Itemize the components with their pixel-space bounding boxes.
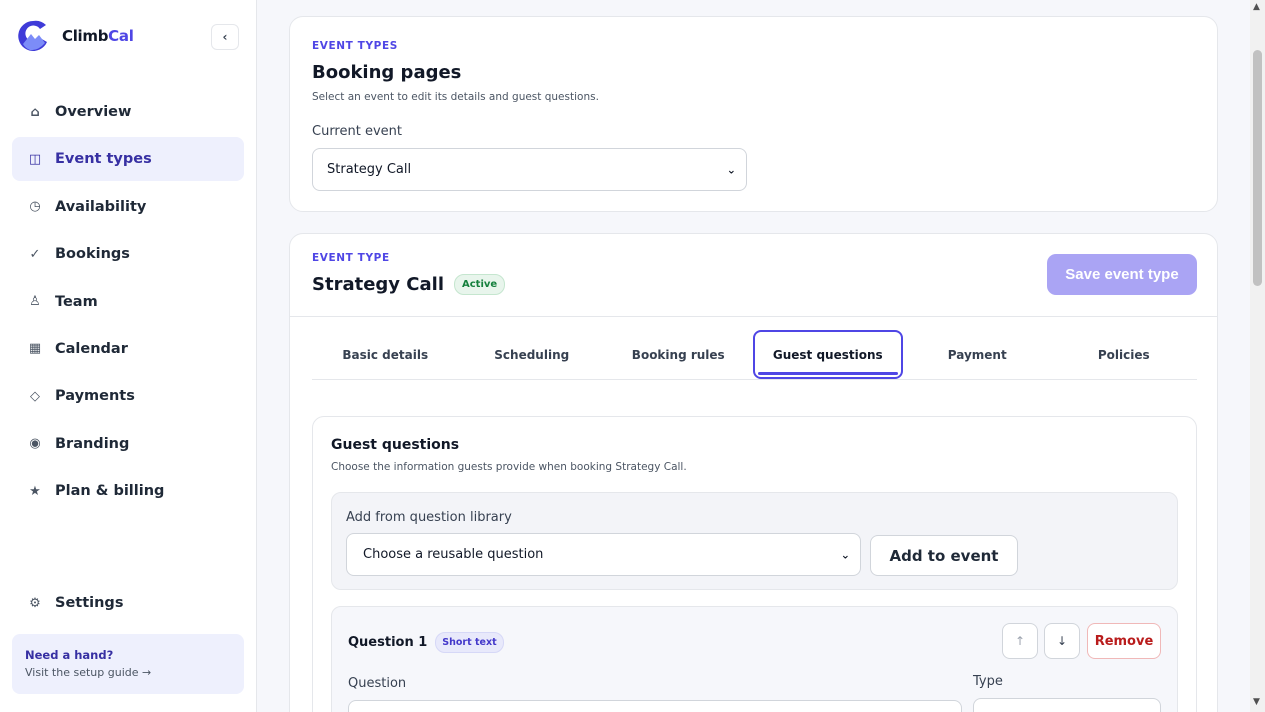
event-type-card: EVENT TYPE Strategy Call Active Save eve… — [289, 233, 1218, 712]
question-library-select[interactable]: Choose a reusable question ⌄ — [346, 533, 861, 576]
arrow-down-icon: ↓ — [1056, 634, 1068, 648]
event-name: Strategy Call — [312, 274, 444, 295]
setup-guide-link[interactable]: Visit the setup guide → — [25, 666, 231, 679]
question-library-value: Choose a reusable question — [363, 547, 544, 562]
remove-question-button[interactable]: Remove — [1087, 623, 1161, 659]
columns-icon: ◫ — [28, 151, 42, 167]
question-library-box: Add from question library Choose a reusa… — [331, 492, 1178, 590]
guest-questions-description: Choose the information guests provide wh… — [331, 461, 687, 473]
add-to-event-button[interactable]: Add to event — [870, 535, 1018, 576]
guest-questions-title: Guest questions — [331, 437, 460, 453]
status-badge: Active — [454, 274, 506, 295]
sidebar-item-label: Settings — [55, 595, 124, 611]
question-input[interactable] — [348, 700, 962, 712]
sidebar-nav: ⌂ Overview ◫ Event types ◷ Availability ✓ Bo… — [12, 90, 244, 517]
section-eyebrow: EVENT TYPE — [312, 252, 390, 264]
help-card[interactable]: Need a hand? Visit the setup guide → — [12, 634, 244, 694]
section-eyebrow: EVENT TYPES — [312, 40, 398, 52]
brand-name: ClimbCal — [62, 27, 134, 45]
current-event-select[interactable]: Strategy Call ⌄ — [312, 148, 747, 191]
current-event-label: Current event — [312, 124, 402, 139]
sidebar-item-calendar[interactable]: ▦ Calendar — [12, 327, 244, 371]
current-event-value: Strategy Call — [327, 162, 412, 177]
tab-basic-details[interactable]: Basic details — [312, 330, 459, 379]
arrow-up-icon: ↑ — [1014, 634, 1026, 648]
sidebar: ClimbCal ‹ ⌂ Overview ◫ Event types ◷ Avail… — [0, 0, 257, 712]
type-select[interactable] — [973, 698, 1161, 712]
move-down-button[interactable]: ↓ — [1044, 623, 1080, 659]
sidebar-item-label: Payments — [55, 388, 135, 405]
tab-payment[interactable]: Payment — [904, 330, 1051, 379]
chevron-left-icon: ‹ — [222, 30, 228, 44]
move-up-button[interactable]: ↑ — [1002, 623, 1038, 659]
sidebar-item-team[interactable]: ♙ Team — [12, 280, 244, 324]
event-tabs: Basic details Scheduling Booking rules G… — [312, 330, 1197, 380]
sidebar-item-label: Availability — [55, 198, 147, 215]
scroll-down-arrow-icon[interactable]: ▼ — [1253, 697, 1260, 707]
question-type-badge: Short text — [435, 632, 504, 653]
chevron-down-icon: ⌄ — [726, 163, 736, 176]
tab-policies[interactable]: Policies — [1051, 330, 1198, 379]
chevron-down-icon: ⌄ — [840, 548, 850, 561]
sidebar-item-plan-billing[interactable]: ★ Plan & billing — [12, 469, 244, 513]
sidebar-item-label: Team — [55, 293, 98, 310]
clock-icon: ◷ — [29, 199, 41, 215]
question-header: Question 1 Short text — [348, 632, 504, 653]
event-title: Strategy Call Active — [312, 274, 506, 295]
sidebar-item-bookings[interactable]: ✓ Bookings — [12, 232, 244, 276]
sidebar-item-payments[interactable]: ◇ Payments — [12, 374, 244, 418]
circle-dot-icon: ◉ — [29, 436, 41, 452]
question-card: Question 1 Short text ↑ ↓ Remove Questio… — [331, 606, 1178, 712]
tab-scheduling[interactable]: Scheduling — [459, 330, 606, 379]
sidebar-item-label: Bookings — [55, 246, 130, 263]
event-types-card: EVENT TYPES Booking pages Select an even… — [289, 16, 1218, 212]
page-scrollbar[interactable]: ▲ ▼ — [1250, 0, 1265, 712]
check-icon: ✓ — [29, 246, 41, 262]
climbcal-logo-icon — [18, 20, 47, 51]
sidebar-settings-wrapper: ⚙ Settings — [12, 581, 244, 628]
type-field-label: Type — [973, 674, 1003, 689]
scrollbar-thumb[interactable] — [1253, 50, 1262, 286]
tab-booking-rules[interactable]: Booking rules — [605, 330, 752, 379]
sidebar-item-label: Branding — [55, 435, 130, 452]
brand[interactable]: ClimbCal — [18, 20, 134, 52]
diamond-icon: ◇ — [30, 388, 40, 404]
question-library-label: Add from question library — [346, 510, 512, 525]
tab-guest-questions[interactable]: Guest questions — [752, 330, 903, 379]
divider — [290, 316, 1217, 317]
sidebar-item-settings[interactable]: ⚙ Settings — [12, 581, 244, 625]
question-field-label: Question — [348, 676, 407, 691]
gear-icon: ⚙ — [29, 595, 41, 611]
star-icon: ★ — [29, 483, 41, 499]
sidebar-item-availability[interactable]: ◷ Availability — [12, 185, 244, 229]
save-event-type-button[interactable]: Save event type — [1047, 254, 1197, 295]
sidebar-item-label: Overview — [55, 104, 132, 120]
sidebar-item-label: Plan & billing — [55, 483, 165, 500]
sidebar-item-label: Calendar — [55, 340, 128, 357]
question-heading: Question 1 — [348, 635, 428, 650]
sidebar-item-label: Event types — [55, 151, 152, 168]
help-title: Need a hand? — [25, 648, 114, 662]
sidebar-item-overview[interactable]: ⌂ Overview — [12, 90, 244, 134]
section-description: Select an event to edit its details and … — [312, 91, 599, 103]
collapse-sidebar-button[interactable]: ‹ — [211, 24, 239, 50]
sidebar-item-event-types[interactable]: ◫ Event types — [12, 137, 244, 182]
calendar-icon: ▦ — [28, 341, 42, 357]
home-icon: ⌂ — [30, 104, 40, 120]
person-icon: ♙ — [29, 294, 41, 310]
sidebar-item-branding[interactable]: ◉ Branding — [12, 422, 244, 466]
guest-questions-panel: Guest questions Choose the information g… — [312, 416, 1197, 712]
page-title: Booking pages — [312, 62, 462, 83]
scroll-up-arrow-icon[interactable]: ▲ — [1253, 2, 1260, 12]
